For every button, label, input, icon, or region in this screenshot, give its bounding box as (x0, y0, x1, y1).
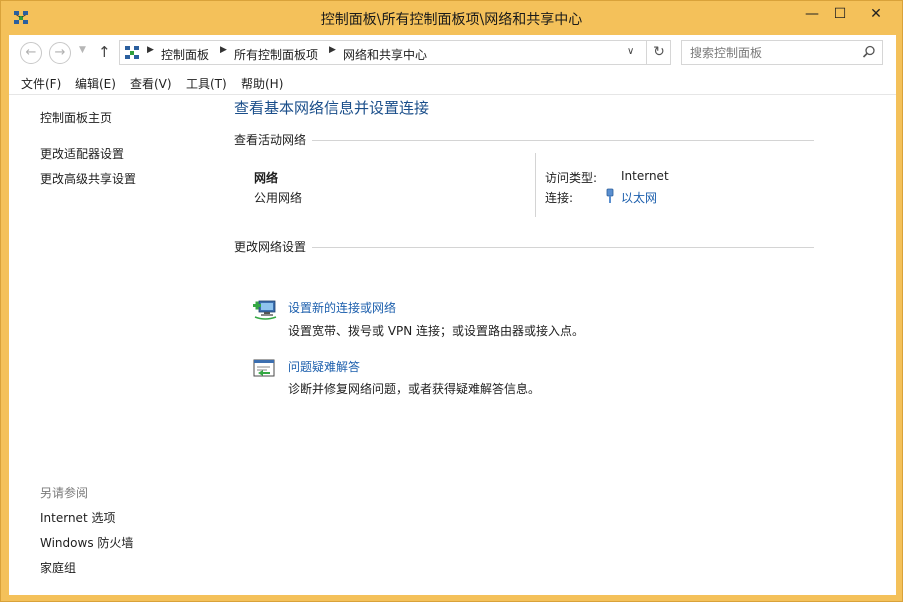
menu-help[interactable]: 帮助(H) (241, 75, 283, 92)
breadcrumb-all-items[interactable]: 所有控制面板项 (234, 46, 318, 63)
menu-view[interactable]: 查看(V) (130, 75, 172, 92)
ethernet-connection-link[interactable]: 以太网 (621, 189, 657, 206)
troubleshoot-icon (253, 359, 275, 377)
breadcrumb-network-center[interactable]: 网络和共享中心 (343, 46, 427, 63)
active-networks-heading: 查看活动网络 (234, 133, 307, 147)
setup-new-connection-link[interactable]: 设置新的连接或网络 (288, 299, 396, 316)
back-button[interactable]: ← (20, 42, 42, 64)
section-divider (312, 140, 814, 141)
troubleshoot-desc: 诊断并修复网络问题，或者获得疑难解答信息。 (288, 382, 541, 396)
search-box[interactable] (681, 40, 883, 65)
breadcrumb-separator-icon[interactable]: ▶ (329, 45, 336, 55)
up-button[interactable]: ↑ (98, 43, 111, 61)
main-content: 查看基本网络信息并设置连接 查看活动网络 网络 公用网络 访问类型: Inter… (234, 95, 834, 595)
breadcrumb-separator-icon[interactable]: ▶ (220, 45, 227, 55)
see-also-heading: 另请参阅 (40, 486, 89, 500)
change-advanced-sharing-link[interactable]: 更改高级共享设置 (40, 170, 136, 187)
breadcrumb-control-panel[interactable]: 控制面板 (161, 46, 209, 63)
setup-new-connection-desc: 设置宽带、拨号或 VPN 连接；或设置路由器或接入点。 (288, 324, 585, 338)
close-button[interactable]: ✕ (859, 5, 893, 23)
search-icon[interactable] (862, 45, 876, 59)
search-input[interactable] (682, 41, 857, 64)
minimize-button[interactable]: — (799, 5, 825, 23)
breadcrumb-separator-icon[interactable]: ▶ (147, 45, 154, 55)
refresh-button[interactable]: ↻ (646, 41, 671, 64)
menu-file[interactable]: 文件(F) (21, 75, 61, 92)
window-title: 控制面板\所有控制面板项\网络和共享中心 (320, 12, 583, 28)
recent-locations-button[interactable]: ▼ (79, 45, 86, 55)
client-area: ← → ▼ ↑ ▶ 控制面板 ▶ 所有控制面板项 ▶ 网络和共享中心 ∨ ↻ 搜… (9, 35, 896, 595)
troubleshoot-link[interactable]: 问题疑难解答 (288, 358, 360, 375)
menu-edit[interactable]: 编辑(E) (75, 75, 116, 92)
change-settings-heading: 更改网络设置 (234, 240, 307, 254)
menu-tools[interactable]: 工具(T) (186, 75, 227, 92)
page-title: 查看基本网络信息并设置连接 (234, 99, 430, 117)
network-divider (535, 153, 536, 217)
control-panel-home-link[interactable]: 控制面板主页 (40, 109, 112, 126)
window: 控制面板\所有控制面板项\网络和共享中心 — ☐ ✕ ← → ▼ ↑ ▶ 控制面… (0, 0, 903, 602)
change-adapter-settings-link[interactable]: 更改适配器设置 (40, 145, 124, 162)
navigation-bar: ← → ▼ ↑ ▶ 控制面板 ▶ 所有控制面板项 ▶ 网络和共享中心 ∨ ↻ 搜… (9, 35, 896, 71)
new-connection-icon (253, 300, 277, 320)
internet-options-link[interactable]: Internet 选项 (40, 509, 115, 526)
left-pane: 控制面板主页 更改适配器设置 更改高级共享设置 另请参阅 Internet 选项… (9, 95, 219, 595)
windows-firewall-link[interactable]: Windows 防火墙 (40, 534, 133, 551)
forward-button[interactable]: → (49, 42, 71, 64)
address-bar[interactable]: ▶ 控制面板 ▶ 所有控制面板项 ▶ 网络和共享中心 ∨ ↻ (119, 40, 671, 65)
title-bar: 控制面板\所有控制面板项\网络和共享中心 — ☐ ✕ (1, 1, 902, 35)
section-divider (312, 247, 814, 248)
access-type-label: 访问类型: (545, 171, 598, 185)
menu-bar: 文件(F) 编辑(E) 查看(V) 工具(T) 帮助(H) (9, 71, 896, 95)
control-panel-icon (125, 46, 139, 59)
maximize-button[interactable]: ☐ (827, 5, 853, 23)
network-type: 公用网络 (254, 191, 303, 205)
ethernet-icon[interactable] (605, 188, 615, 204)
access-type-value: Internet (621, 169, 669, 183)
network-name: 网络 (254, 171, 279, 185)
connection-label: 连接: (545, 191, 574, 205)
homegroup-link[interactable]: 家庭组 (40, 559, 76, 576)
address-dropdown-icon[interactable]: ∨ (627, 46, 634, 57)
